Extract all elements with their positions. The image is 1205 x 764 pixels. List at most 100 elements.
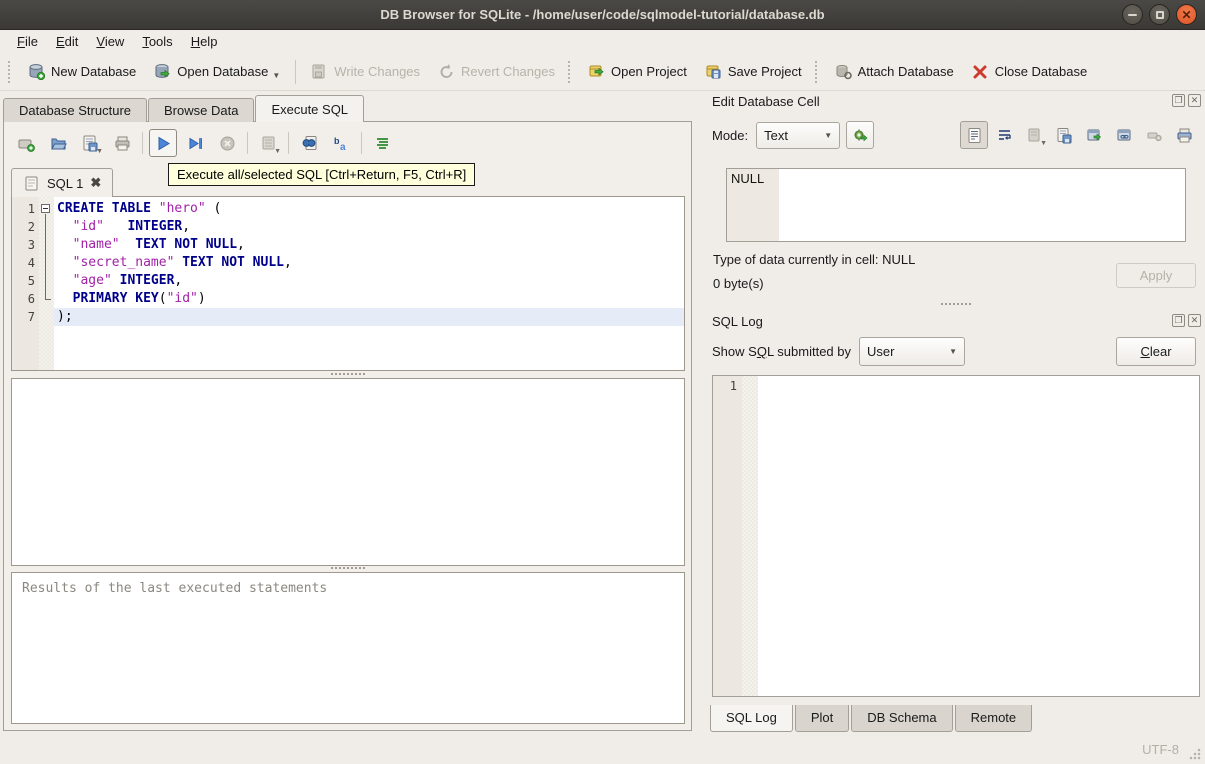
- new-database-icon: [29, 64, 45, 80]
- open-external-button[interactable]: [1080, 121, 1108, 149]
- editor-fold-margin[interactable]: [39, 197, 54, 370]
- sql-file-tab[interactable]: SQL 1 ✖: [11, 168, 114, 197]
- open-database-dropdown-icon[interactable]: ▼: [272, 71, 280, 80]
- float-icon[interactable]: ❐: [1172, 94, 1185, 107]
- print-cell-button[interactable]: [1170, 121, 1198, 149]
- save-project-label: Save Project: [727, 64, 802, 79]
- dock-tab-plot[interactable]: Plot: [794, 705, 850, 732]
- print-sql-button[interactable]: [108, 129, 136, 157]
- cell-size-info: 0 byte(s): [713, 276, 764, 291]
- menu-tools[interactable]: Tools: [133, 31, 181, 52]
- open-project-button[interactable]: Open Project: [579, 57, 696, 86]
- text-mode-button[interactable]: [960, 121, 988, 149]
- save-results-button[interactable]: ▼: [254, 129, 282, 157]
- clear-log-button[interactable]: Clear: [1116, 337, 1196, 366]
- close-database-button[interactable]: Close Database: [963, 57, 1097, 86]
- new-sql-tab-icon: [18, 139, 35, 152]
- save-sql-dropdown-icon[interactable]: ▼: [96, 148, 103, 155]
- close-icon[interactable]: ✕: [1188, 94, 1201, 107]
- apply-button[interactable]: Apply: [1116, 263, 1196, 288]
- word-wrap-icon: [998, 129, 1011, 140]
- menu-edit[interactable]: Edit: [47, 31, 87, 52]
- attach-database-button[interactable]: Attach Database: [826, 57, 963, 86]
- code-line[interactable]: "name" TEXT NOT NULL,: [54, 236, 684, 254]
- log-filter-select[interactable]: User ▼: [859, 337, 965, 366]
- write-changes-button[interactable]: Write Changes: [302, 57, 429, 86]
- open-sql-file-button[interactable]: [44, 129, 72, 157]
- cell-value-editor[interactable]: NULL: [726, 168, 1186, 242]
- results-grid[interactable]: [11, 378, 685, 566]
- revert-changes-label: Revert Changes: [461, 64, 555, 79]
- close-icon[interactable]: ✕: [1176, 4, 1197, 25]
- sql-log-view[interactable]: 1: [712, 375, 1200, 697]
- dock-tab-remote[interactable]: Remote: [954, 705, 1033, 732]
- code-line[interactable]: CREATE TABLE "hero" (: [54, 200, 684, 218]
- save-sql-file-button[interactable]: ▼: [76, 129, 104, 157]
- line-number: 7: [27, 310, 35, 324]
- float-icon[interactable]: ❐: [1172, 314, 1185, 327]
- code-lines[interactable]: CREATE TABLE "hero" ( "id" INTEGER, "nam…: [54, 197, 684, 370]
- log-content[interactable]: [758, 376, 1199, 696]
- window-title: DB Browser for SQLite - /home/user/code/…: [380, 7, 825, 22]
- print-icon: [1177, 128, 1191, 142]
- code-line[interactable]: );: [54, 308, 684, 326]
- auto-complete-button[interactable]: b a: [327, 129, 355, 157]
- revert-changes-button[interactable]: Revert Changes: [429, 57, 564, 86]
- tab-execute-sql[interactable]: Execute SQL: [255, 95, 365, 122]
- tab-database-structure[interactable]: Database Structure: [3, 98, 148, 122]
- editor-results-splitter[interactable]: [11, 371, 685, 377]
- menu-file[interactable]: File: [8, 31, 47, 52]
- right-dock: Edit Database Cell ❐ ✕ Mode: Text ▼ ▼ NU…: [706, 92, 1205, 735]
- close-icon[interactable]: ✕: [1188, 314, 1201, 327]
- execute-current-line-button[interactable]: [181, 129, 209, 157]
- svg-text:a: a: [340, 142, 346, 152]
- code-line[interactable]: "id" INTEGER,: [54, 218, 684, 236]
- dock-tab-sql-log[interactable]: SQL Log: [710, 705, 793, 732]
- word-wrap-button[interactable]: [990, 121, 1018, 149]
- maximize-icon[interactable]: [1149, 4, 1170, 25]
- sql-file-tab-label: SQL 1: [47, 175, 84, 191]
- main-tab-bar: Database Structure Browse Data Execute S…: [3, 95, 365, 122]
- save-results-dropdown-icon[interactable]: ▼: [274, 148, 281, 155]
- new-sql-tab-button[interactable]: [12, 129, 40, 157]
- auto-complete-icon: b a: [334, 136, 346, 152]
- menu-view[interactable]: View: [87, 31, 133, 52]
- fold-collapse-icon[interactable]: [41, 204, 50, 213]
- open-external-icon: [1087, 129, 1101, 141]
- format-sql-button[interactable]: [368, 129, 396, 157]
- toolbar-drag-handle[interactable]: [567, 60, 573, 83]
- dock-tab-db-schema[interactable]: DB Schema: [851, 705, 953, 732]
- minimize-icon[interactable]: [1122, 4, 1143, 25]
- code-line[interactable]: PRIMARY KEY("id"): [54, 290, 684, 308]
- toolbar-drag-handle[interactable]: [814, 60, 820, 83]
- code-line[interactable]: "secret_name" TEXT NOT NULL,: [54, 254, 684, 272]
- encoding-indicator[interactable]: UTF-8: [1142, 742, 1179, 757]
- execute-all-button[interactable]: [149, 129, 177, 157]
- results-message-pane[interactable]: Results of the last executed statements: [11, 572, 685, 724]
- tab-browse-data[interactable]: Browse Data: [148, 98, 255, 122]
- import-button[interactable]: ▼: [1020, 121, 1048, 149]
- code-line[interactable]: "age" INTEGER,: [54, 272, 684, 290]
- close-tab-icon[interactable]: ✖: [90, 175, 101, 191]
- set-null-button[interactable]: [1140, 121, 1168, 149]
- title-bar[interactable]: DB Browser for SQLite - /home/user/code/…: [0, 0, 1205, 30]
- line-number: 3: [27, 238, 35, 252]
- open-database-button[interactable]: Open Database ▼: [145, 57, 289, 86]
- results-message-splitter[interactable]: [11, 565, 685, 571]
- stop-button[interactable]: [213, 129, 241, 157]
- auto-apply-button[interactable]: [846, 121, 875, 149]
- resize-grip-icon[interactable]: [1189, 748, 1201, 760]
- menu-help[interactable]: Help: [182, 31, 227, 52]
- find-button[interactable]: [295, 129, 323, 157]
- sql-editor[interactable]: 1 2 3 4 5 6 7 CREATE TABLE "hero" ( "id" INTEG…: [11, 196, 685, 371]
- new-database-button[interactable]: New Database: [19, 57, 145, 86]
- dock-tab-bar: SQL Log Plot DB Schema Remote: [710, 705, 1034, 732]
- dock-splitter[interactable]: [706, 301, 1205, 307]
- toolbar-drag-handle[interactable]: [8, 60, 13, 83]
- mode-select[interactable]: Text ▼: [756, 121, 841, 149]
- export-button[interactable]: [1050, 121, 1078, 149]
- results-placeholder: Results of the last executed statements: [22, 581, 328, 596]
- save-project-button[interactable]: Save Project: [696, 57, 811, 86]
- copy-link-button[interactable]: [1110, 121, 1138, 149]
- sql-log-dock-icons: ❐ ✕: [1172, 314, 1201, 327]
